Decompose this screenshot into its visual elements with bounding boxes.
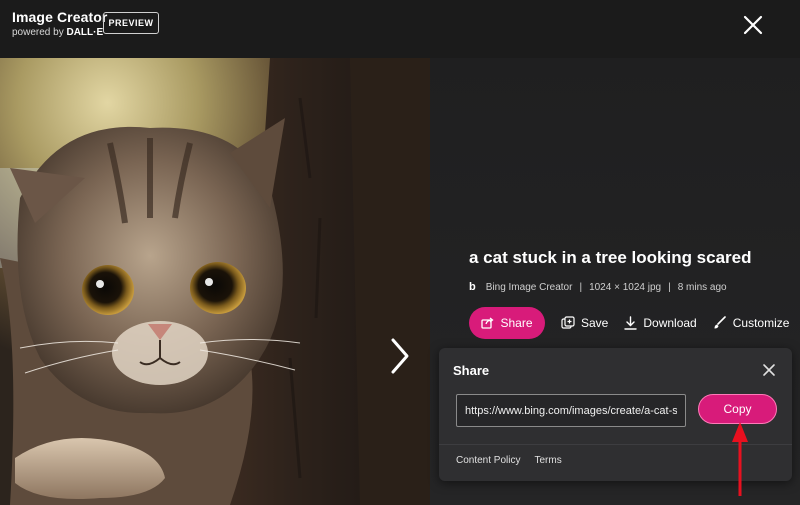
share-icon <box>481 317 495 329</box>
meta-separator: | <box>668 281 671 293</box>
share-button[interactable]: Share <box>469 307 545 339</box>
powered-by-prefix: powered by <box>12 27 67 38</box>
download-button[interactable]: Download <box>624 316 697 330</box>
popup-footer-links: Content Policy Terms <box>456 455 562 466</box>
close-icon[interactable] <box>761 362 777 378</box>
next-image-arrow[interactable] <box>385 336 413 376</box>
app-title: Image Creator <box>12 9 108 25</box>
header: Image Creator powered by DALL·E PREVIEW <box>0 0 800 58</box>
download-button-label: Download <box>643 316 697 330</box>
brand: Image Creator powered by DALL·E <box>12 9 107 38</box>
image-source: Bing Image Creator <box>485 281 573 293</box>
generated-image-panel <box>0 58 430 505</box>
save-button[interactable]: Save <box>561 316 608 330</box>
image-dimensions: 1024 × 1024 jpg <box>589 281 662 293</box>
customize-brush-icon <box>714 316 726 329</box>
close-icon <box>743 15 763 35</box>
preview-badge: PREVIEW <box>103 12 159 34</box>
generated-image <box>0 58 430 505</box>
customize-button[interactable]: Customize <box>713 316 790 330</box>
image-title: a cat stuck in a tree looking scared <box>469 248 752 267</box>
content-policy-link[interactable]: Content Policy <box>456 455 520 466</box>
save-collection-icon <box>561 316 575 329</box>
close-viewer-button[interactable] <box>738 10 768 40</box>
share-popup-title: Share <box>453 363 490 378</box>
powered-by-brand: DALL·E <box>66 27 104 38</box>
terms-link[interactable]: Terms <box>534 455 561 466</box>
share-button-label: Share <box>500 316 533 330</box>
image-meta: b Bing Image Creator | 1024 × 1024 jpg |… <box>469 280 727 294</box>
action-bar: Share Save Download Customize <box>469 307 789 339</box>
image-age: 8 mins ago <box>677 281 727 293</box>
meta-separator: | <box>579 281 583 293</box>
annotation-arrow-icon <box>732 422 748 496</box>
save-button-label: Save <box>581 316 609 330</box>
customize-button-label: Customize <box>732 316 790 330</box>
bing-icon: b <box>469 281 476 293</box>
download-icon <box>624 316 638 330</box>
powered-by: powered by DALL·E <box>12 27 107 38</box>
share-url-field[interactable] <box>456 394 686 427</box>
